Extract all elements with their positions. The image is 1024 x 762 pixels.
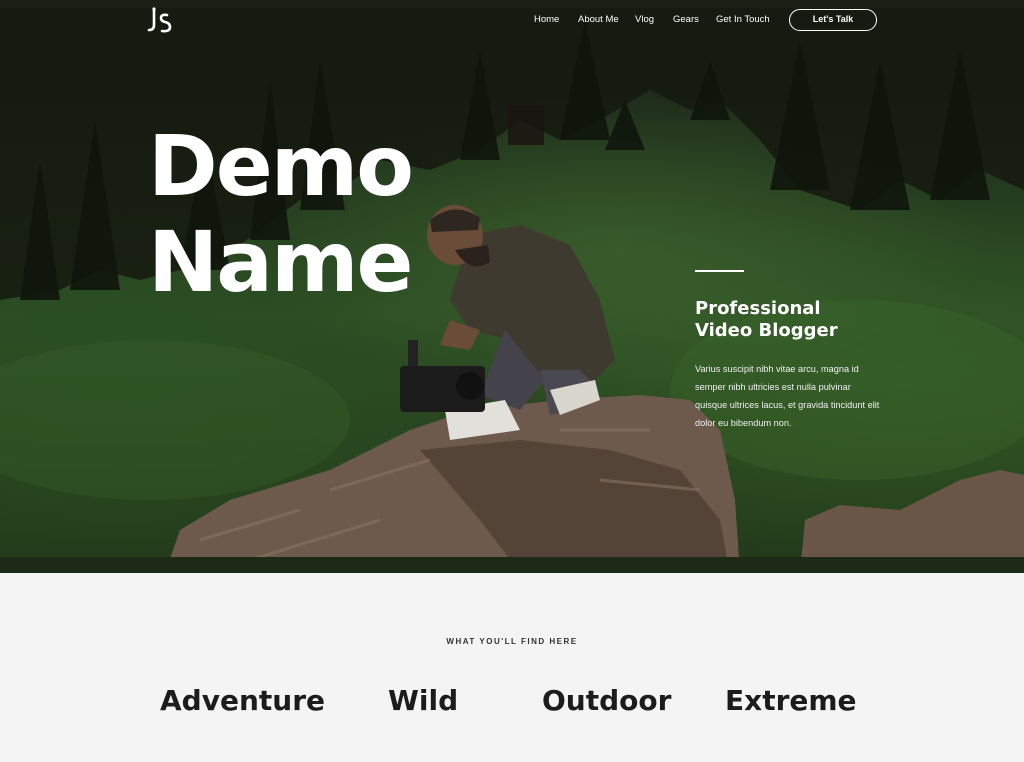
category-adventure[interactable]: Adventure [160,684,325,717]
subtitle-divider [695,270,744,272]
category-outdoor[interactable]: Outdoor [542,684,671,717]
cabin [508,105,544,145]
hero-subtitle-line1: Professional [695,298,821,319]
hero-subtitle-line2: Video Blogger [695,320,838,341]
hero-title-line1: Demo [148,117,414,215]
bottom-strip [0,557,1024,573]
grass-highlight-left [0,340,350,500]
nav-get-in-touch[interactable]: Get In Touch [716,14,770,25]
category-extreme[interactable]: Extreme [725,684,857,717]
nav-home[interactable]: Home [534,14,559,25]
hero-subtitle: Professional Video Blogger [695,298,838,342]
hero-title-line2: Name [148,213,413,311]
category-wild[interactable]: Wild [388,684,458,717]
nav-gears[interactable]: Gears [673,14,699,25]
hero-description: Varius suscipit nibh vitae arcu, magna i… [695,364,880,428]
hero-section: Home About Me Vlog Gears Get In Touch Le… [0,0,1024,573]
lets-talk-button[interactable]: Let's Talk [789,9,877,31]
nav-vlog[interactable]: Vlog [635,14,654,25]
camera [400,340,485,412]
hero-title: Demo Name [148,117,414,311]
section-label: WHAT YOU'LL FIND HERE [446,637,578,646]
nav-about-me[interactable]: About Me [578,14,619,25]
